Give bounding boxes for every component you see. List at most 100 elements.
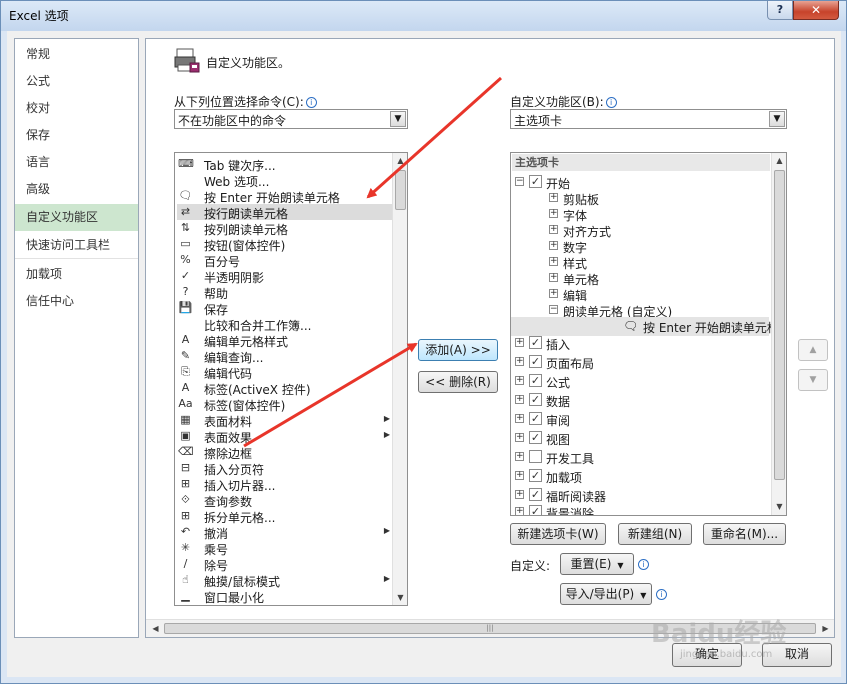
remove-button[interactable]: << 删除(R) — [418, 371, 498, 393]
close-button[interactable]: ✕ — [793, 1, 839, 20]
new-group-button[interactable]: 新建组(N) — [618, 523, 692, 545]
ribbon-tree-item[interactable]: + ✓ 公式 — [511, 372, 769, 391]
tab-checkbox[interactable]: ✓ — [529, 336, 542, 349]
nav-item[interactable]: 常规 — [15, 41, 138, 68]
chevron-down-icon[interactable]: ▼ — [390, 111, 406, 127]
nav-item[interactable]: 校对 — [15, 95, 138, 122]
command-list-item[interactable]: 💾 保存 — [177, 300, 392, 317]
tab-checkbox[interactable]: ✓ — [529, 488, 542, 501]
command-list-item[interactable]: ⌨ Tab 键次序... — [177, 156, 392, 173]
scroll-up-icon[interactable]: ▲ — [393, 153, 407, 168]
tab-checkbox[interactable]: ✓ — [529, 505, 542, 515]
tab-checkbox[interactable]: ✓ — [529, 469, 542, 482]
help-button[interactable]: ? — [767, 1, 793, 20]
tab-checkbox[interactable] — [529, 450, 542, 463]
scroll-left-icon[interactable]: ◀ — [148, 621, 163, 636]
add-button[interactable]: 添加(A) >> — [418, 339, 498, 361]
command-list-scrollbar[interactable]: ▲ ▼ — [392, 153, 407, 605]
command-list-item[interactable]: ▦ 表面材料 ▶ — [177, 412, 392, 429]
command-source-select[interactable]: 不在功能区中的命令 ▼ — [174, 109, 408, 129]
expand-icon[interactable]: + — [549, 241, 558, 250]
ribbon-tree-item[interactable]: + ✓ 背景消除 — [511, 503, 769, 515]
command-list-item[interactable]: ▭ 按钮(窗体控件) — [177, 236, 392, 253]
ribbon-tree-scrollbar[interactable]: ▲ ▼ — [771, 153, 786, 515]
scroll-right-icon[interactable]: ▶ — [818, 621, 833, 636]
expand-icon[interactable]: + — [515, 490, 524, 499]
command-list-item[interactable]: ⇅ 按列朗读单元格 — [177, 220, 392, 237]
scroll-down-icon[interactable]: ▼ — [772, 499, 786, 514]
command-list-item[interactable]: ✓ 半透明阴影 — [177, 268, 392, 285]
nav-item[interactable]: 公式 — [15, 68, 138, 95]
collapse-icon[interactable]: − — [549, 305, 558, 314]
ribbon-tree[interactable]: 主选项卡 − ✓ 开始 + 剪贴板 + 字体 + 对齐方式 + 数字 + 样式 + 单元格 + 编辑 − 朗读单元格… — [510, 152, 787, 516]
tab-checkbox[interactable]: ✓ — [529, 393, 542, 406]
tab-checkbox[interactable]: ✓ — [529, 412, 542, 425]
scroll-thumb[interactable] — [395, 170, 406, 210]
collapse-icon[interactable]: − — [515, 177, 524, 186]
ribbon-tree-item[interactable]: + ✓ 页面布局 — [511, 353, 769, 372]
nav-item[interactable]: 快速访问工具栏 — [15, 232, 138, 259]
expand-icon[interactable]: + — [549, 209, 558, 218]
ribbon-tree-item[interactable]: + ✓ 加载项 — [511, 467, 769, 486]
expand-icon[interactable]: + — [515, 338, 524, 347]
expand-icon[interactable]: + — [515, 471, 524, 480]
command-list-item[interactable]: 🗨 按 Enter 开始朗读单元格 — [177, 188, 392, 205]
new-tab-button[interactable]: 新建选项卡(W) — [510, 523, 606, 545]
expand-icon[interactable]: + — [549, 273, 558, 282]
expand-icon[interactable]: + — [515, 376, 524, 385]
reset-button[interactable]: 重置(E) ▼ — [560, 553, 634, 575]
ribbon-tree-item[interactable]: + 开发工具 — [511, 448, 769, 467]
expand-icon[interactable]: + — [515, 433, 524, 442]
import-export-button[interactable]: 导入/导出(P) ▼ — [560, 583, 652, 605]
move-down-button[interactable]: ▼ — [798, 369, 828, 391]
command-list-item[interactable]: ↶ 撤消 ▶ — [177, 524, 392, 541]
ribbon-tree-item[interactable]: + ✓ 审阅 — [511, 410, 769, 429]
command-list-item[interactable]: A 编辑单元格样式 — [177, 332, 392, 349]
expand-icon[interactable]: + — [549, 225, 558, 234]
ribbon-tree-item[interactable]: + ✓ 插入 — [511, 334, 769, 353]
command-list-item[interactable]: ⊞ 拆分单元格... — [177, 508, 392, 525]
expand-icon[interactable]: + — [515, 357, 524, 366]
rename-button[interactable]: 重命名(M)... — [703, 523, 786, 545]
ribbon-target-select[interactable]: 主选项卡 ▼ — [510, 109, 787, 129]
command-list-item[interactable]: ▁ 窗口最小化 — [177, 588, 392, 605]
command-list-item[interactable]: A 标签(ActiveX 控件) — [177, 380, 392, 397]
tab-checkbox[interactable]: ✓ — [529, 175, 542, 188]
command-list-item[interactable]: ⊞ 插入切片器... — [177, 476, 392, 493]
expand-icon[interactable]: + — [549, 289, 558, 298]
command-list-item[interactable]: % 百分号 — [177, 252, 392, 269]
nav-item[interactable]: 信任中心 — [15, 288, 138, 315]
command-list-item[interactable]: ? 帮助 — [177, 284, 392, 301]
command-list-item[interactable]: ⟐ 查询参数 — [177, 492, 392, 509]
nav-item[interactable]: 高级 — [15, 176, 138, 203]
command-list-item[interactable]: ☝ 触摸/鼠标模式 ▶ — [177, 572, 392, 589]
command-list-item[interactable]: ⊟ 插入分页符 — [177, 460, 392, 477]
expand-icon[interactable]: + — [515, 395, 524, 404]
command-list-item[interactable]: ⇄ 按行朗读单元格 — [177, 204, 392, 221]
nav-item[interactable]: 语言 — [15, 149, 138, 176]
nav-item[interactable]: 自定义功能区 — [15, 204, 138, 231]
command-list-item[interactable]: 比较和合并工作簿... — [177, 316, 392, 333]
command-list-item[interactable]: ✳ 乘号 — [177, 540, 392, 557]
chevron-down-icon[interactable]: ▼ — [769, 111, 785, 127]
scroll-up-icon[interactable]: ▲ — [772, 153, 786, 168]
tab-checkbox[interactable]: ✓ — [529, 355, 542, 368]
command-list-item[interactable]: ▣ 表面效果 ▶ — [177, 428, 392, 445]
ribbon-tree-item[interactable]: + ✓ 视图 — [511, 429, 769, 448]
expand-icon[interactable]: + — [549, 193, 558, 202]
command-list-item[interactable]: Web 选项... — [177, 172, 392, 189]
tab-checkbox[interactable]: ✓ — [529, 374, 542, 387]
expand-icon[interactable]: + — [515, 507, 524, 515]
command-list[interactable]: ⌨ Tab 键次序... Web 选项... 🗨 按 Enter 开始朗读单元格 ⇄ 按行朗… — [174, 152, 408, 606]
expand-icon[interactable]: + — [549, 257, 558, 266]
ribbon-tree-item[interactable]: + ✓ 数据 — [511, 391, 769, 410]
command-list-item[interactable]: ✎ 编辑查询... — [177, 348, 392, 365]
scroll-down-icon[interactable]: ▼ — [393, 590, 407, 605]
command-list-item[interactable]: Aa 标签(窗体控件) — [177, 396, 392, 413]
expand-icon[interactable]: + — [515, 414, 524, 423]
move-up-button[interactable]: ▲ — [798, 339, 828, 361]
tab-checkbox[interactable]: ✓ — [529, 431, 542, 444]
command-list-item[interactable]: ⌫ 擦除边框 — [177, 444, 392, 461]
scroll-thumb[interactable] — [774, 170, 785, 480]
nav-item[interactable]: 保存 — [15, 122, 138, 149]
